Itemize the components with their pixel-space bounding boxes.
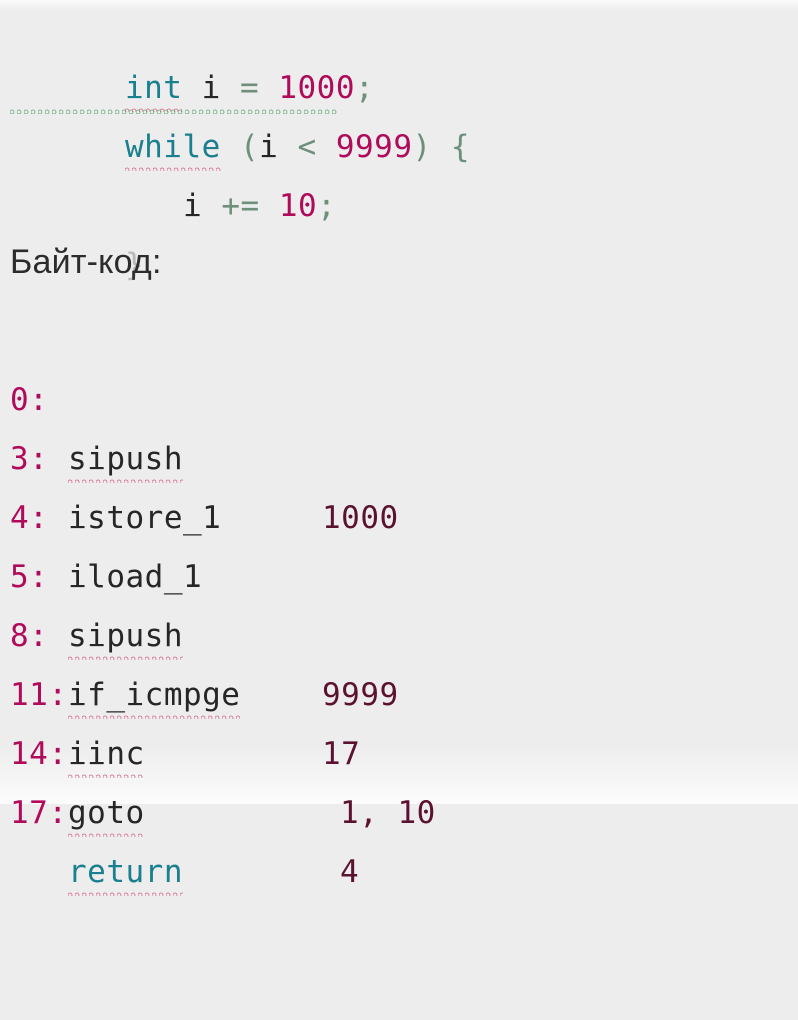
source-line-close-brace: }	[0, 177, 798, 283]
bytecode-operand: 4	[340, 854, 360, 890]
bytecode-row: 5: sipush 9999	[0, 489, 798, 713]
bytecode-row: 11: iinc 1, 10	[0, 607, 798, 831]
source-line-declaration: int i = 1000;	[0, 0, 798, 112]
java-source-block: int i = 1000; while (i < 9999) { i += 10…	[0, 0, 798, 283]
bytecode-row: 17: return	[0, 725, 798, 896]
bytecode-offset: 17:	[10, 795, 68, 831]
document-page: int i = 1000; while (i < 9999) { i += 10…	[0, 0, 798, 896]
bytecode-row: 0: sipush 1000	[0, 312, 798, 536]
source-line-while: while (i < 9999) {	[0, 59, 798, 171]
bytecode-listing: 0: sipush 1000 3: istore_1 4: iload_1 5:…	[0, 312, 798, 896]
bytecode-opcode: return	[68, 843, 183, 902]
bytecode-row: 14: goto 4	[0, 666, 798, 890]
bytecode-row: 4: iload_1	[0, 430, 798, 595]
source-line-increment: i += 10;	[0, 118, 798, 224]
section-heading-bytecode: Байт-код:	[10, 243, 162, 281]
bytecode-row: 3: istore_1	[0, 371, 798, 536]
bytecode-operand: 1, 10	[340, 795, 436, 831]
bytecode-row: 8: if_icmpge 17	[0, 548, 798, 772]
grammar-squiggle-underline	[10, 108, 338, 114]
